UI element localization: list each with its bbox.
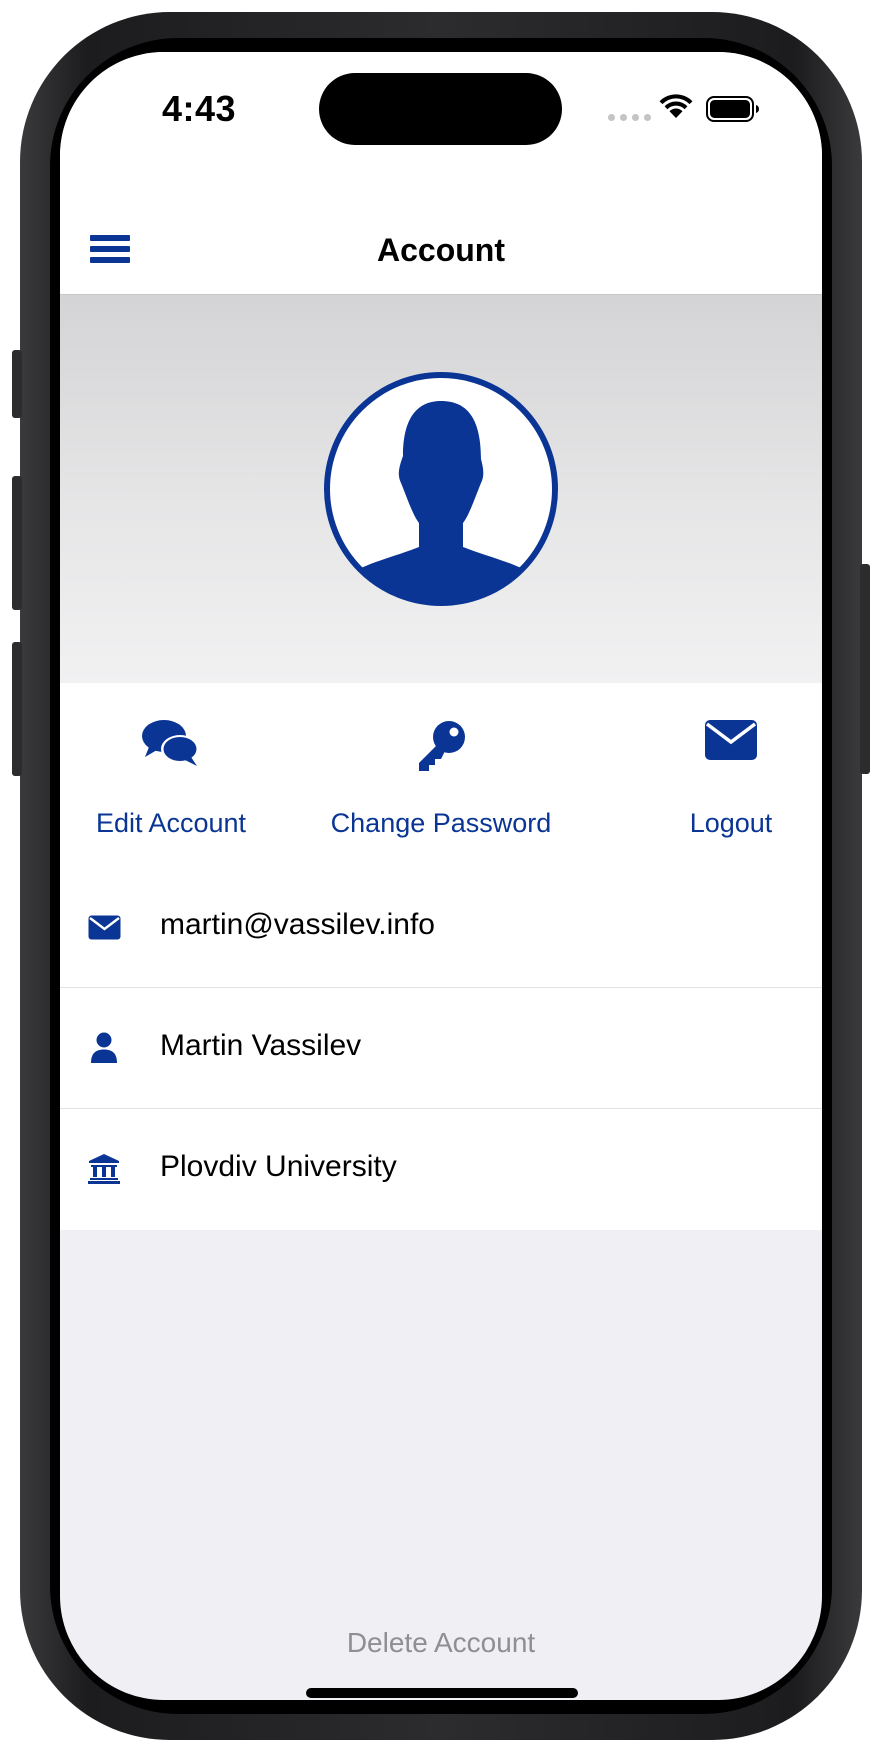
institution-value: Plovdiv University [160, 1150, 397, 1183]
volume-up-button [12, 476, 22, 610]
screen: 4:43 Account Edit Account Change Passwor… [60, 52, 822, 1700]
profile-header [60, 295, 822, 683]
home-indicator[interactable] [306, 1688, 578, 1698]
university-icon [88, 1154, 120, 1184]
navigation-bar: Account [60, 192, 822, 295]
cellular-signal-icon [608, 114, 651, 121]
change-password-button[interactable]: Change Password [286, 683, 596, 867]
envelope-icon [705, 720, 757, 760]
account-actions: Edit Account Change Password Logout [60, 683, 822, 868]
name-row: Martin Vassilev [60, 988, 822, 1109]
email-row: martin@vassilev.info [60, 867, 822, 988]
change-password-label: Change Password [330, 808, 552, 838]
chat-bubbles-icon [142, 720, 199, 766]
name-value: Martin Vassilev [160, 1029, 362, 1062]
envelope-icon [88, 915, 120, 939]
status-time: 4:43 [162, 88, 237, 129]
action-button [12, 350, 22, 418]
wifi-icon [659, 94, 693, 118]
edit-account-button[interactable]: Edit Account [86, 683, 256, 867]
key-icon [419, 721, 465, 771]
account-info-list: martin@vassilev.info Martin Vassilev Plo… [60, 867, 822, 1230]
email-value: martin@vassilev.info [160, 908, 435, 941]
page-title: Account [377, 232, 505, 268]
logout-label: Logout [689, 808, 773, 838]
edit-account-label: Edit Account [95, 808, 247, 838]
dynamic-island [319, 73, 562, 145]
volume-down-button [12, 642, 22, 776]
battery-icon [706, 96, 759, 122]
power-button [860, 564, 870, 774]
delete-account-button[interactable]: Delete Account [60, 1627, 822, 1659]
institution-row: Plovdiv University [60, 1109, 822, 1230]
user-silhouette-icon[interactable] [323, 371, 559, 607]
logout-button[interactable]: Logout [656, 683, 806, 867]
person-icon [91, 1032, 117, 1063]
status-bar: 4:43 [60, 52, 822, 192]
